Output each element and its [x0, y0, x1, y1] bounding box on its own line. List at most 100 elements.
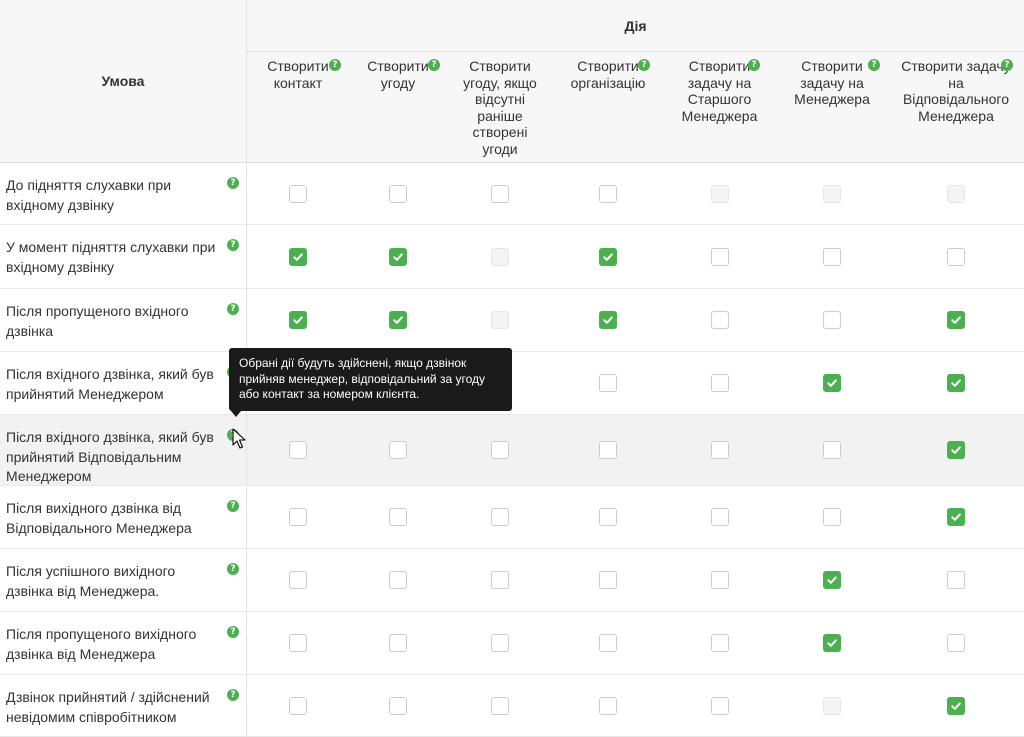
- checkbox-checked[interactable]: [599, 311, 617, 329]
- checkbox[interactable]: [491, 508, 509, 526]
- checkbox[interactable]: [491, 571, 509, 589]
- help-icon[interactable]: ?: [428, 59, 440, 71]
- checkbox[interactable]: [710, 634, 729, 652]
- matrix-cell: [447, 163, 553, 225]
- checkbox[interactable]: [599, 184, 617, 203]
- action-column-header: Створити задачу на Старшого Менеджера?: [663, 52, 776, 163]
- checkbox-checked[interactable]: [389, 247, 407, 266]
- checkbox[interactable]: [599, 441, 617, 459]
- action-column-header: Створити організацію?: [553, 52, 663, 163]
- checkbox[interactable]: [599, 696, 617, 715]
- checkbox-disabled: [823, 696, 841, 715]
- help-icon[interactable]: ?: [227, 177, 239, 189]
- checkbox[interactable]: [289, 571, 307, 589]
- matrix-cell: [447, 415, 553, 486]
- matrix-cell: [349, 675, 447, 737]
- checkbox[interactable]: [947, 247, 965, 266]
- checkbox-checked[interactable]: [947, 696, 965, 715]
- matrix-cell: [349, 163, 447, 225]
- checkbox[interactable]: [491, 441, 509, 459]
- checkbox[interactable]: [710, 508, 729, 526]
- help-icon[interactable]: ?: [638, 59, 650, 71]
- checkbox-checked[interactable]: [947, 311, 965, 329]
- checkbox[interactable]: [823, 247, 841, 266]
- checkbox[interactable]: [710, 374, 729, 392]
- checkbox[interactable]: [710, 441, 729, 459]
- matrix-cell: [663, 675, 776, 737]
- checkbox[interactable]: [289, 508, 307, 526]
- help-icon[interactable]: ?: [329, 59, 341, 71]
- checkbox-checked[interactable]: [947, 441, 965, 459]
- help-icon[interactable]: ?: [868, 59, 880, 71]
- checkmark-icon: [293, 252, 303, 261]
- checkbox[interactable]: [823, 508, 841, 526]
- checkbox[interactable]: [491, 696, 509, 715]
- checkbox[interactable]: [710, 247, 729, 266]
- checkbox[interactable]: [389, 696, 407, 715]
- help-icon[interactable]: ?: [227, 563, 239, 575]
- checkbox-checked[interactable]: [823, 571, 841, 589]
- checkbox-checked[interactable]: [289, 311, 307, 329]
- help-icon[interactable]: ?: [227, 500, 239, 512]
- checkbox[interactable]: [389, 571, 407, 589]
- condition-label: Після пропущеного вхідного дзвінка: [6, 303, 189, 339]
- action-column-header: Створити угоду?: [349, 52, 447, 163]
- action-header-label: Дія: [624, 17, 647, 34]
- help-icon[interactable]: ?: [227, 626, 239, 638]
- matrix-cell: [447, 225, 553, 289]
- action-column-header: Створити угоду, якщо відсутні раніше ств…: [447, 52, 553, 163]
- checkbox[interactable]: [823, 441, 841, 459]
- checkbox-checked[interactable]: [823, 634, 841, 652]
- help-icon[interactable]: ?: [227, 303, 239, 315]
- checkbox[interactable]: [389, 184, 407, 203]
- tooltip-arrow: [231, 411, 241, 417]
- matrix-cell: [247, 415, 349, 486]
- checkmark-icon: [603, 316, 613, 324]
- matrix-cell: [888, 352, 1024, 415]
- checkbox[interactable]: [389, 508, 407, 526]
- checkbox-checked[interactable]: [289, 247, 307, 266]
- checkbox[interactable]: [710, 311, 729, 329]
- checkbox-checked[interactable]: [389, 311, 407, 329]
- checkbox[interactable]: [947, 571, 965, 589]
- action-column-header: Створити контакт?: [247, 52, 349, 163]
- checkbox[interactable]: [599, 634, 617, 652]
- condition-column-header: Умова: [0, 0, 247, 163]
- checkbox[interactable]: [599, 374, 617, 392]
- action-label: Створити угоду: [367, 58, 429, 91]
- checkbox[interactable]: [710, 696, 729, 715]
- condition-cell: До підняття слухавки при вхідному дзвінк…: [0, 163, 247, 225]
- checkbox[interactable]: [599, 571, 617, 589]
- checkbox[interactable]: [710, 571, 729, 589]
- action-label: Створити задачу на Менеджера: [794, 58, 870, 107]
- tooltip-text: Обрані дії будуть здійснені, якщо дзвіно…: [239, 356, 486, 401]
- checkbox[interactable]: [491, 184, 509, 203]
- checkbox[interactable]: [389, 441, 407, 459]
- matrix-cell: [663, 415, 776, 486]
- matrix-cell: [247, 225, 349, 289]
- checkbox-checked[interactable]: [823, 374, 841, 392]
- checkbox[interactable]: [289, 184, 307, 203]
- checkbox[interactable]: [599, 508, 617, 526]
- checkmark-icon: [603, 252, 613, 261]
- help-icon[interactable]: ?: [748, 59, 760, 71]
- checkbox-checked[interactable]: [599, 247, 617, 266]
- checkmark-icon: [293, 316, 303, 324]
- help-icon[interactable]: ?: [227, 689, 239, 701]
- checkbox[interactable]: [947, 634, 965, 652]
- matrix-cell: [553, 163, 663, 225]
- checkbox[interactable]: [491, 634, 509, 652]
- checkbox[interactable]: [289, 696, 307, 715]
- condition-header-label: Умова: [101, 73, 145, 89]
- checkbox-checked[interactable]: [947, 374, 965, 392]
- checkbox[interactable]: [823, 311, 841, 329]
- checkbox[interactable]: [289, 634, 307, 652]
- help-icon[interactable]: ?: [227, 239, 239, 251]
- checkbox-checked[interactable]: [947, 508, 965, 526]
- checkbox-disabled: [947, 184, 965, 203]
- checkbox[interactable]: [289, 441, 307, 459]
- checkbox[interactable]: [389, 634, 407, 652]
- help-icon[interactable]: ?: [1001, 59, 1013, 71]
- matrix-cell: [663, 163, 776, 225]
- matrix-cell: [553, 675, 663, 737]
